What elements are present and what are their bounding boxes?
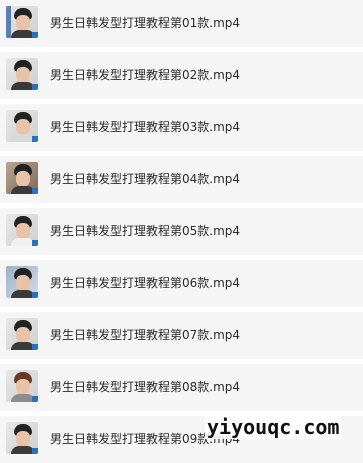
file-row[interactable]: 男生日韩发型打理教程第07款.mp4 bbox=[0, 312, 363, 359]
file-row[interactable]: 男生日韩发型打理教程第03款.mp4 bbox=[0, 104, 363, 151]
file-name: 男生日韩发型打理教程第07款.mp4 bbox=[50, 328, 241, 342]
video-thumbnail-icon bbox=[6, 6, 38, 38]
video-thumbnail-icon bbox=[6, 422, 38, 454]
file-name: 男生日韩发型打理教程第06款.mp4 bbox=[50, 276, 241, 290]
file-name: 男生日韩发型打理教程第03款.mp4 bbox=[50, 120, 241, 134]
watermark: yiyouqc.com bbox=[205, 415, 342, 439]
video-thumbnail-icon bbox=[6, 318, 38, 350]
video-thumbnail-icon bbox=[6, 110, 38, 142]
file-name: 男生日韩发型打理教程第01款.mp4 bbox=[50, 16, 241, 30]
file-row[interactable]: 男生日韩发型打理教程第01款.mp4 bbox=[0, 0, 363, 47]
video-thumbnail-icon bbox=[6, 266, 38, 298]
file-name: 男生日韩发型打理教程第04款.mp4 bbox=[50, 172, 241, 186]
file-row[interactable]: 男生日韩发型打理教程第05款.mp4 bbox=[0, 208, 363, 255]
file-row[interactable]: 男生日韩发型打理教程第08款.mp4 bbox=[0, 364, 363, 411]
video-thumbnail-icon bbox=[6, 162, 38, 194]
video-thumbnail-icon bbox=[6, 370, 38, 402]
video-thumbnail-icon bbox=[6, 214, 38, 246]
file-name: 男生日韩发型打理教程第02款.mp4 bbox=[50, 68, 241, 82]
file-name: 男生日韩发型打理教程第08款.mp4 bbox=[50, 380, 241, 394]
file-name: 男生日韩发型打理教程第05款.mp4 bbox=[50, 224, 241, 238]
file-row[interactable]: 男生日韩发型打理教程第02款.mp4 bbox=[0, 52, 363, 99]
file-row[interactable]: 男生日韩发型打理教程第06款.mp4 bbox=[0, 260, 363, 307]
file-row[interactable]: 男生日韩发型打理教程第04款.mp4 bbox=[0, 156, 363, 203]
file-list: 男生日韩发型打理教程第01款.mp4 男生日韩发型打理教程第02款.mp4 男生… bbox=[0, 0, 363, 463]
video-thumbnail-icon bbox=[6, 58, 38, 90]
